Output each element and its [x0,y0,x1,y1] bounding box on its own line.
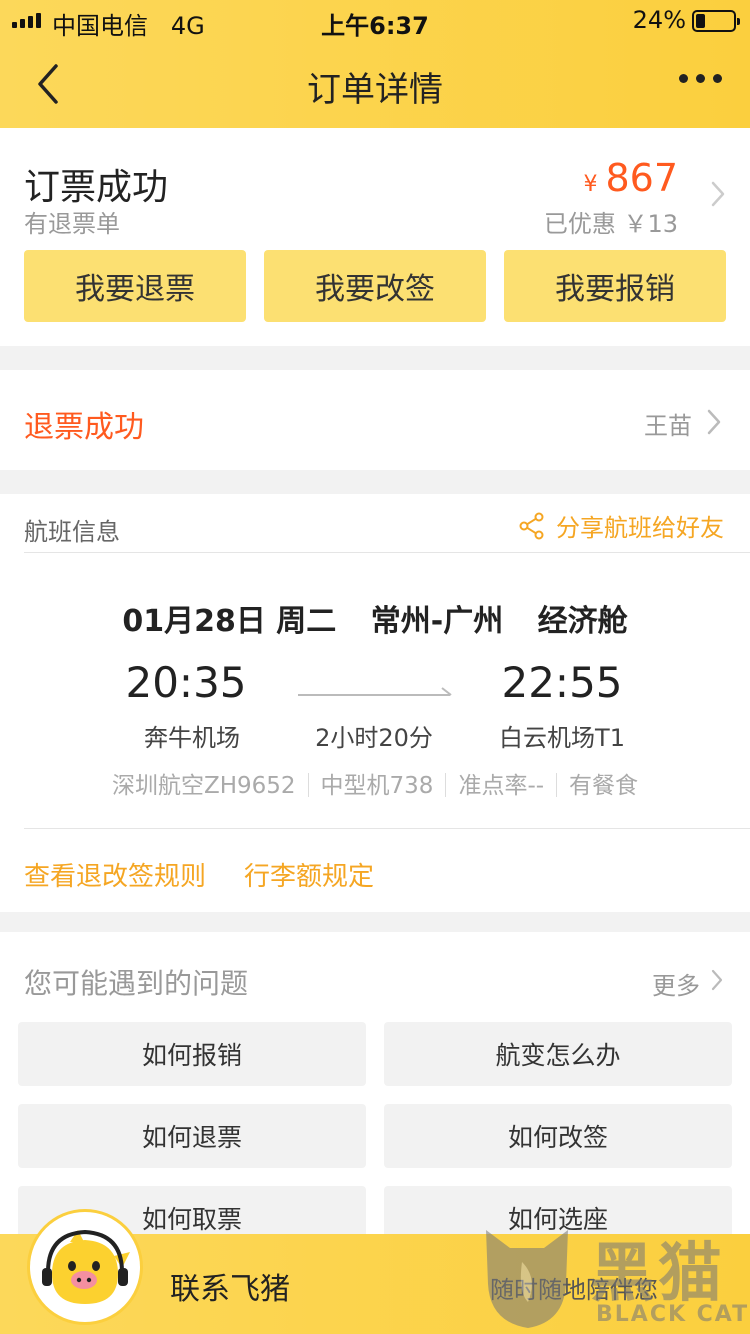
baggage-rules-link[interactable]: 行李额规定 [244,856,374,893]
pig-mascot-icon [42,1229,130,1304]
order-sub-status: 有退票单 [24,210,120,238]
faq-item[interactable]: 如何退票 [18,1104,366,1168]
arrow-right-icon [298,687,452,696]
faq-item[interactable]: 如何改签 [384,1104,732,1168]
contact-button[interactable]: 联系飞猪 [170,1264,290,1308]
refund-button[interactable]: 我要退票 [24,250,246,322]
price-value: 867 [605,156,678,200]
divider [24,552,750,553]
dot-icon [696,74,705,83]
flight-info: 航班信息 分享航班给好友 01月28日 周二 常州-广州 经济舱 20:35 2… [0,494,750,912]
order-status: 订票成功 [24,167,169,208]
mascot-avatar[interactable] [30,1212,140,1322]
refund-change-rules-link[interactable]: 查看退改签规则 [24,856,206,893]
divider [307,773,309,797]
slogan: 随时随地陪伴您 [490,1276,658,1304]
battery-icon [692,10,740,32]
flight-route: 常州-广州 [370,604,504,639]
share-icon [519,512,544,539]
top-bar: 中国电信 4G 上午6:37 24% 订单详情 [0,0,750,128]
airline-flight-no: 深圳航空ZH9652 [111,773,296,799]
passenger-name: 王苗 [644,412,692,440]
dot-icon [679,74,688,83]
arrival-time: 22:55 [501,658,623,707]
currency-symbol: ¥ [583,172,598,197]
section-title: 航班信息 [24,518,120,546]
discount-text: 已优惠 ￥13 [543,210,678,238]
on-time-rate: 准点率-- [458,773,545,799]
faq-title: 您可能遇到的问题 [24,967,249,1000]
refund-row[interactable]: 退票成功 王苗 [0,370,750,470]
nav-bar: 订单详情 [0,40,750,128]
battery-percent: 24% [632,6,686,34]
dot-icon [713,74,722,83]
flight-date: 01月28日 周二 [122,604,337,639]
change-button[interactable]: 我要改签 [264,250,486,322]
share-flight-button[interactable]: 分享航班给好友 [518,508,724,543]
chevron-right-icon [711,969,723,991]
flight-cabin: 经济舱 [537,604,628,639]
refund-status: 退票成功 [24,410,144,445]
meal-info: 有餐食 [569,773,639,799]
status-bar: 中国电信 4G 上午6:37 24% [0,0,750,40]
page-title: 订单详情 [307,70,443,110]
flight-summary: 01月28日 周二 常州-广州 经济舱 [0,596,750,640]
faq-item[interactable]: 航变怎么办 [384,1022,732,1086]
share-label: 分享航班给好友 [556,514,724,542]
aircraft-type: 中型机738 [320,773,434,799]
departure-time: 20:35 [125,658,247,707]
order-price: ¥867 [583,156,678,200]
more-button[interactable] [679,74,722,83]
chevron-right-icon [711,181,725,207]
divider [445,773,447,797]
reimburse-button[interactable]: 我要报销 [504,250,726,322]
arrival-airport: 白云机场T1 [499,724,625,752]
order-summary[interactable]: 订票成功 有退票单 ¥867 已优惠 ￥13 我要退票 我要改签 我要报销 [0,128,750,346]
faq-more-link[interactable]: 更多 [652,966,700,1001]
faq-item[interactable]: 如何报销 [18,1022,366,1086]
divider [24,828,750,829]
chevron-right-icon [707,409,721,435]
flight-meta: 深圳航空ZH9652 中型机738 准点率-- 有餐食 [0,766,750,800]
divider [556,773,558,797]
